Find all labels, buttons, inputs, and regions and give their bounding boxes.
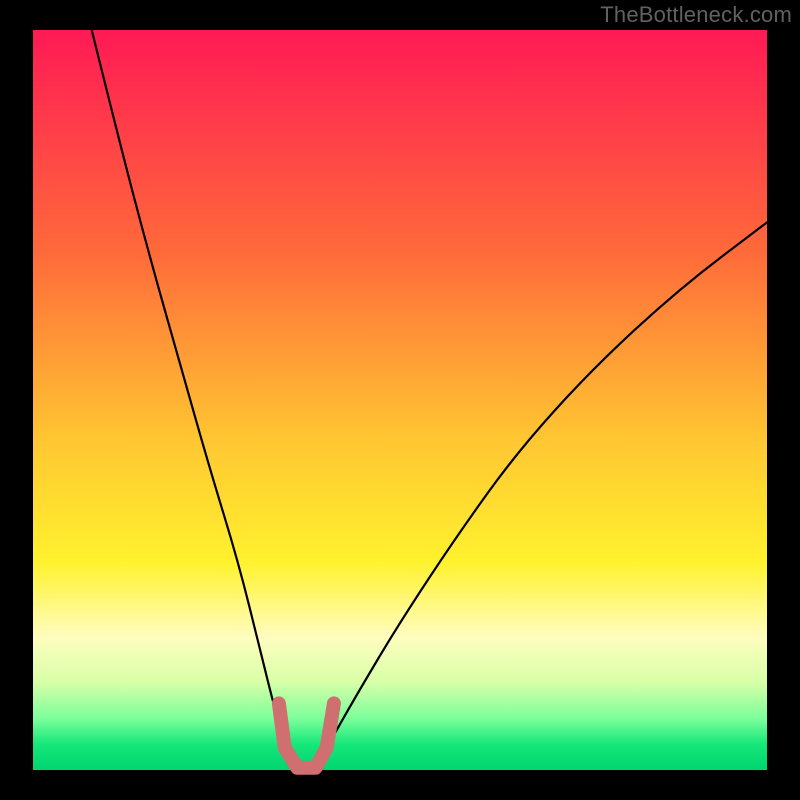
gradient-background <box>33 30 767 770</box>
chart-stage: TheBottleneck.com <box>0 0 800 800</box>
watermark-label: TheBottleneck.com <box>600 2 792 28</box>
bottleneck-chart <box>0 0 800 800</box>
